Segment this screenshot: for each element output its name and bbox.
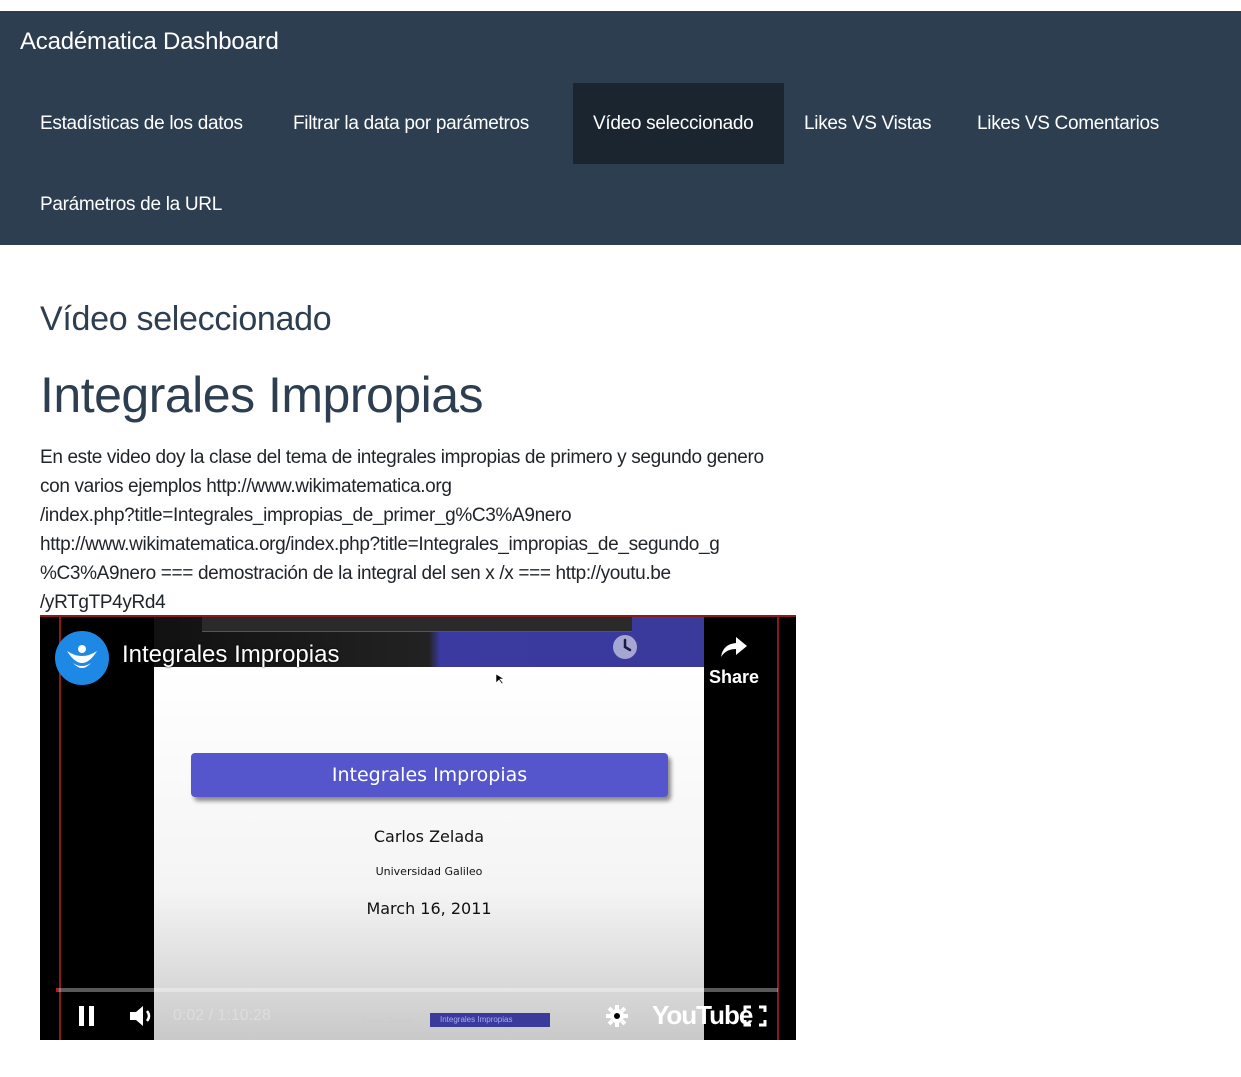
player-controls: 0:02 / 1:10:28 Carlos Zelada Integrales … [40, 995, 796, 1040]
tab-estadisticas[interactable]: Estadísticas de los datos [20, 83, 263, 164]
description-line: %C3%A9nero === demostración de la integr… [40, 563, 671, 584]
time-display: 0:02 / 1:10:28 [173, 1007, 271, 1024]
annotation-toolbar [202, 615, 632, 632]
slide-footer-author: Carlos Zelada [362, 1016, 412, 1025]
volume-icon[interactable] [128, 1004, 156, 1028]
slide-date: March 16, 2011 [366, 899, 492, 918]
description-line: /index.php?title=Integrales_impropias_de… [40, 505, 572, 526]
tab-filtrar-data[interactable]: Filtrar la data por parámetros [273, 83, 549, 164]
share-label: Share [708, 667, 760, 687]
watch-later-button[interactable]: Watch later [575, 633, 675, 688]
watch-later-label: Watch later [576, 667, 674, 687]
tab-parametros-url[interactable]: Parámetros de la URL [20, 164, 242, 245]
tab-likes-vs-comentarios[interactable]: Likes VS Comentarios [957, 83, 1179, 164]
cursor-icon [495, 673, 505, 685]
channel-avatar[interactable] [55, 631, 109, 685]
frame-edge-right [777, 615, 779, 1040]
player-video-title[interactable]: Integrales Impropias [122, 641, 339, 669]
top-navbar: Académatica Dashboard Estadísticas de lo… [0, 11, 1241, 245]
youtube-player[interactable]: Integrales Impropias Carlos Zelada Unive… [40, 615, 796, 1040]
description-line: En este video doy la clase del tema de i… [40, 447, 764, 468]
pause-icon[interactable] [77, 1005, 97, 1027]
slide-footer-title: Integrales Impropias [430, 1013, 550, 1027]
share-button[interactable]: Share [700, 633, 768, 688]
video-frame-slide [154, 667, 704, 1040]
settings-gear-icon[interactable] [605, 1004, 629, 1028]
video-description: En este video doy la clase del tema de i… [40, 443, 820, 617]
description-line: http://www.wikimatematica.org/index.php?… [40, 534, 720, 555]
video-title: Integrales Impropias [40, 367, 484, 423]
clock-icon [613, 635, 637, 659]
brand-title[interactable]: Académatica Dashboard [20, 28, 279, 56]
section-title: Vídeo seleccionado [40, 300, 332, 338]
slide-heading: Integrales Impropias [191, 753, 668, 797]
share-arrow-icon [721, 637, 747, 657]
progress-fill [56, 988, 58, 992]
youtube-logo[interactable]: YouTube [652, 1000, 753, 1031]
description-line: con varios ejemplos http://www.wikimatem… [40, 476, 452, 497]
frame-edge-top [40, 615, 796, 617]
progress-bar[interactable] [56, 988, 778, 992]
slide-institution: Universidad Galileo [375, 865, 483, 878]
channel-logo-icon [67, 645, 97, 668]
tab-video-seleccionado[interactable]: Vídeo seleccionado [573, 83, 784, 164]
slide-author: Carlos Zelada [373, 827, 485, 846]
fullscreen-icon[interactable] [743, 1005, 767, 1027]
tab-likes-vs-vistas[interactable]: Likes VS Vistas [784, 83, 951, 164]
description-line: /yRTgTP4yRd4 [40, 592, 166, 613]
